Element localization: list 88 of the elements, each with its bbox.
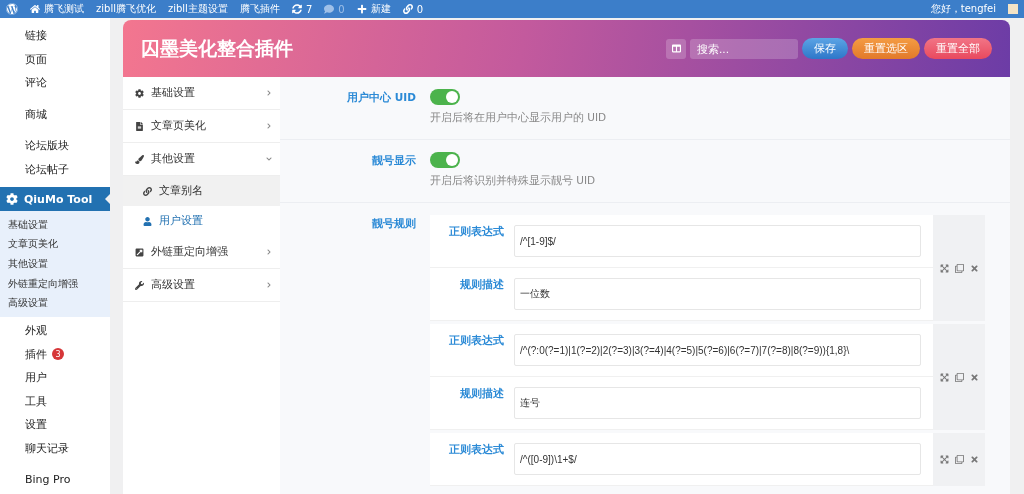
submenu-item[interactable]: 高级设置 xyxy=(8,293,110,313)
link-icon xyxy=(402,4,413,14)
input-field[interactable]: /^(?:0(?=1)|1(?=2)|2(?=3)|3(?=4)|4(?=5)|5(?=6)|6(?=7)|7(?=8)|8(?=9)){1,8}\ xyxy=(514,334,921,366)
admin-bar-item[interactable]: 腾飞测试 xyxy=(30,2,84,16)
chevron-right-icon xyxy=(266,90,272,96)
wordpress-logo-icon[interactable] xyxy=(6,3,18,15)
close-icon[interactable] xyxy=(969,263,979,273)
sidebar-item[interactable]: 插件 3 xyxy=(0,342,110,366)
rule-label: 正则表达式 xyxy=(448,225,505,239)
brush-icon xyxy=(135,154,144,164)
user-icon xyxy=(143,216,152,226)
nav-subitem[interactable]: 文章别名 xyxy=(123,176,280,206)
admin-bar-item[interactable]: 新建 xyxy=(356,2,391,16)
sidebar-item-label: 插件 xyxy=(25,346,47,362)
sidebar-item[interactable]: 聊天记录 xyxy=(0,436,110,460)
sidebar-item-label: 工具 xyxy=(25,393,47,409)
expand-icon[interactable] xyxy=(939,263,949,273)
home-icon xyxy=(30,4,40,14)
input-field[interactable]: 一位数 xyxy=(514,278,921,310)
layout-toggle-button[interactable] xyxy=(666,38,686,59)
admin-bar-item[interactable]: zibll腾飞优化 xyxy=(96,2,156,16)
nav-item[interactable]: 文章页美化 xyxy=(123,110,280,143)
link-icon xyxy=(143,186,152,196)
chevron-right-icon xyxy=(266,249,272,255)
sidebar-item-label: 聊天记录 xyxy=(25,440,69,456)
submenu-item[interactable]: 外链重定向增强 xyxy=(8,273,110,294)
plus-icon xyxy=(356,4,367,14)
toggle-switch[interactable] xyxy=(430,152,460,168)
close-icon[interactable] xyxy=(969,372,979,382)
chevron-down-icon xyxy=(266,156,272,162)
nav-item[interactable]: 基础设置 xyxy=(123,77,280,110)
submenu-item[interactable]: 文章页美化 xyxy=(8,234,110,255)
gear-icon xyxy=(6,193,18,205)
sidebar-item[interactable]: 论坛帖子 xyxy=(0,157,110,181)
submenu-item[interactable]: 其他设置 xyxy=(8,254,110,274)
input-field[interactable]: /^[1-9]$/ xyxy=(514,225,921,257)
field-description: 开启后将识别并特殊显示靓号 UID xyxy=(430,174,597,188)
copy-icon[interactable] xyxy=(954,455,964,464)
copy-icon[interactable] xyxy=(954,263,964,273)
external-link-icon xyxy=(135,247,144,257)
rule-label: 正则表达式 xyxy=(448,334,505,348)
admin-bar-item[interactable]: 腾飞插件 xyxy=(239,2,280,16)
rule-label: 规则描述 xyxy=(459,387,505,401)
admin-bar-item[interactable]: 0 xyxy=(402,3,423,15)
sidebar-item[interactable]: 外观 xyxy=(0,318,110,343)
field-label: 用户中心 UID xyxy=(346,90,417,105)
toggle-switch[interactable] xyxy=(430,89,460,105)
field-description: 开启后将在用户中心显示用户的 UID xyxy=(430,111,608,125)
chevron-right-icon xyxy=(266,282,272,288)
columns-icon xyxy=(671,44,681,53)
admin-bar-item[interactable]: zibll主题设置 xyxy=(167,2,228,16)
sidebar-item[interactable]: 设置 xyxy=(0,412,110,437)
panel-title: 囚墨美化整合插件 xyxy=(141,35,293,61)
sidebar-item[interactable]: 页面 xyxy=(0,47,110,71)
gear-icon xyxy=(135,88,144,98)
sidebar-item[interactable]: 商城 xyxy=(0,102,110,126)
close-icon[interactable] xyxy=(969,455,979,464)
expand-icon[interactable] xyxy=(939,372,949,382)
rule-label: 规则描述 xyxy=(459,278,505,292)
sidebar-item-label: Bing Pro xyxy=(25,473,71,487)
rule-label: 正则表达式 xyxy=(448,443,505,457)
sidebar-item[interactable]: 工具 xyxy=(0,389,110,413)
copy-icon[interactable] xyxy=(954,372,964,382)
sidebar-item[interactable]: 论坛版块 xyxy=(0,134,110,158)
sidebar-item-label: 外观 xyxy=(25,323,47,339)
user-greeting[interactable]: 您好，tengfei xyxy=(930,2,996,16)
input-field[interactable]: 连号 xyxy=(514,387,921,419)
sidebar-item[interactable]: Bing Pro xyxy=(0,467,110,492)
input-field[interactable]: /^([0-9])\1+$/ xyxy=(514,443,921,475)
sidebar-item[interactable]: 评论 xyxy=(0,71,110,95)
comment-icon xyxy=(324,4,335,14)
sidebar-item-label: 用户 xyxy=(25,370,47,386)
field-label: 靓号显示 xyxy=(371,153,417,168)
sidebar-item[interactable]: 用户 xyxy=(0,365,110,390)
sidebar-item[interactable]: 链接 xyxy=(0,24,110,48)
document-icon xyxy=(135,121,144,131)
admin-bar-item[interactable]: 7 xyxy=(291,3,313,15)
nav-item[interactable]: 高级设置 xyxy=(123,269,280,302)
nav-item[interactable]: 外链重定向增强 xyxy=(123,236,280,269)
expand-icon[interactable] xyxy=(939,455,949,464)
count-badge: 3 xyxy=(52,348,64,361)
refresh-icon xyxy=(291,4,302,14)
submenu-item[interactable]: 基础设置 xyxy=(8,215,110,235)
sidebar-item-label: 设置 xyxy=(25,417,47,433)
sidebar-current-item[interactable]: QiuMo Tool xyxy=(0,187,110,211)
chevron-right-icon xyxy=(266,123,272,129)
field-label: 靓号规则 xyxy=(371,216,417,231)
wrench-icon xyxy=(135,280,144,290)
